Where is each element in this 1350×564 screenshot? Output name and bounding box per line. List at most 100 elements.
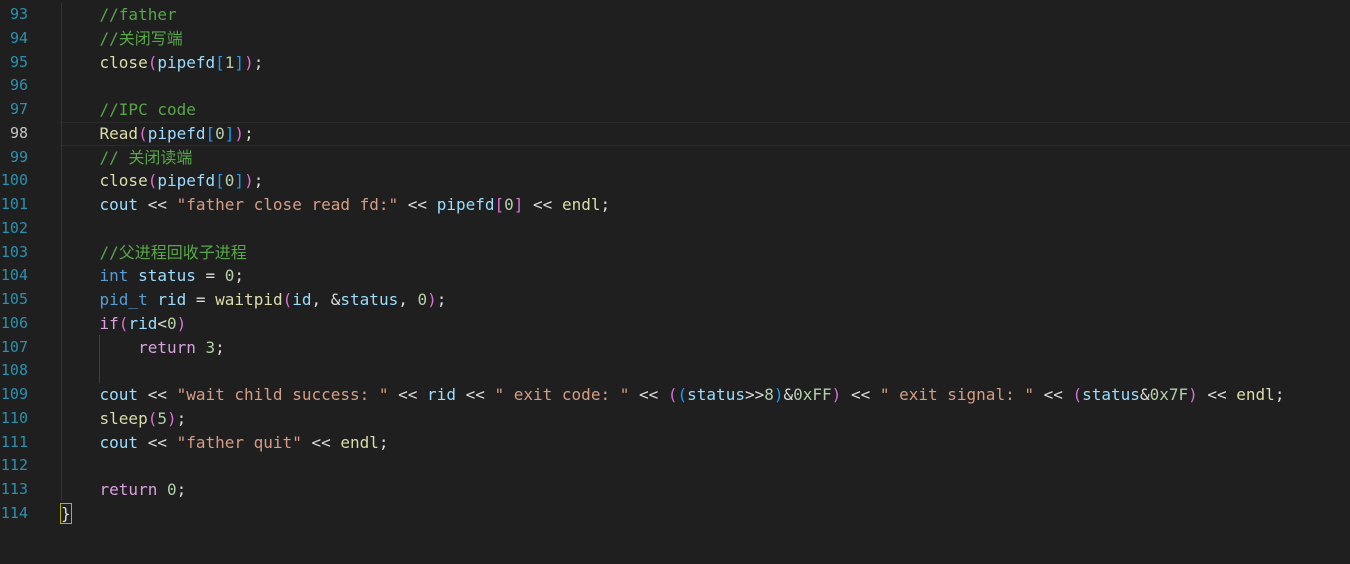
code-line[interactable]: 104 int status = 0;	[0, 264, 1350, 288]
line-number: 100	[0, 171, 28, 190]
code-line[interactable]: 107 return 3;	[0, 336, 1350, 360]
code-token-bracket2: )	[1188, 385, 1198, 404]
line-number: 98	[9, 123, 28, 142]
code-token-plain: <<	[455, 385, 495, 404]
code-text[interactable]: //关闭写端	[61, 27, 183, 51]
code-token-bracket3: ]	[234, 171, 245, 191]
code-line[interactable]: 106 if(rid<0)	[0, 312, 1350, 336]
code-token-number: 0	[224, 171, 235, 191]
line-number: 103	[0, 242, 28, 261]
code-token-plain: <<	[523, 195, 562, 214]
code-line[interactable]: 110 sleep(5);	[0, 407, 1350, 431]
code-token-plain: <<	[301, 432, 341, 452]
code-token-string: " exit code: "	[494, 385, 630, 404]
code-token-plain: <<	[138, 432, 177, 452]
code-token-var: rid	[157, 290, 187, 309]
code-line[interactable]: 100 close(pipefd[0]);	[0, 169, 1350, 193]
code-text[interactable]: //father	[61, 3, 177, 27]
code-line[interactable]: 113 return 0;	[0, 478, 1350, 502]
code-token-plain: , &	[311, 290, 341, 309]
code-text[interactable]: cout << "wait child success: " << rid <<…	[61, 383, 1285, 407]
code-line[interactable]: 112	[0, 454, 1350, 478]
code-token-number: 8	[764, 385, 774, 404]
line-number: 95	[9, 52, 28, 71]
code-token-comment: //father	[99, 5, 177, 24]
code-token-comment: // 关闭读端	[99, 147, 193, 167]
code-line[interactable]: 94 //关闭写端	[0, 27, 1350, 51]
code-token-string: "father close read fd:"	[176, 195, 399, 214]
code-text[interactable]: return 0;	[61, 478, 187, 502]
code-text[interactable]: int status = 0;	[61, 264, 245, 288]
code-token-number: 0	[215, 123, 225, 143]
code-token-func: waitpid	[215, 290, 283, 309]
line-number: 108	[0, 361, 28, 380]
code-token-bracket3: [	[205, 123, 216, 143]
code-token-var: cout	[99, 195, 139, 214]
code-token-bracket3: (	[677, 385, 688, 404]
code-text[interactable]: close(pipefd[1]);	[61, 51, 264, 75]
code-line[interactable]: 114}	[0, 502, 1350, 526]
code-line[interactable]: 93 //father	[0, 3, 1350, 27]
code-token-plain: ;	[378, 432, 389, 452]
code-editor[interactable]: 93 //father 94 //关闭写端 95 close(pipefd[1]);…	[0, 3, 1350, 564]
code-text[interactable]: return 3;	[61, 336, 225, 360]
code-token-bracket2: )	[427, 290, 437, 309]
code-token-plain: >>	[744, 385, 765, 404]
code-token-var: pipefd	[157, 52, 216, 72]
line-number: 110	[0, 408, 28, 427]
code-text[interactable]: //IPC code	[61, 98, 196, 122]
code-token-bracket2: )	[831, 385, 842, 404]
code-text[interactable]: Read(pipefd[0]);	[61, 122, 254, 146]
code-token-bracket2: (	[1072, 385, 1083, 404]
code-token-bracket2: )	[166, 408, 177, 428]
code-line[interactable]: 102	[0, 217, 1350, 241]
code-token-func: endl	[340, 432, 379, 452]
code-token-plain: <	[157, 313, 167, 333]
code-text[interactable]: sleep(5);	[61, 407, 187, 431]
code-line[interactable]: 98 Read(pipefd[0]);	[0, 121, 1350, 146]
code-line[interactable]: 95 close(pipefd[1]);	[0, 51, 1350, 75]
code-text[interactable]: // 关闭读端	[61, 146, 193, 170]
code-token-plain: ;	[176, 408, 187, 428]
code-token-bracket2: (	[118, 313, 129, 333]
code-text[interactable]: if(rid<0)	[61, 312, 187, 336]
code-token-comment: //父进程回收子进程	[99, 242, 247, 262]
code-text[interactable]: }	[60, 502, 72, 526]
code-line[interactable]: 99 // 关闭读端	[0, 146, 1350, 170]
code-text[interactable]: //父进程回收子进程	[61, 241, 247, 265]
code-line[interactable]: 105 pid_t rid = waitpid(id, &status, 0);	[0, 288, 1350, 312]
code-line[interactable]: 97 //IPC code	[0, 98, 1350, 122]
code-token-plain: ;	[600, 195, 611, 214]
code-token-control: if	[99, 313, 119, 333]
code-text[interactable]: close(pipefd[0]);	[61, 169, 264, 193]
code-text[interactable]: pid_t rid = waitpid(id, &status, 0);	[61, 288, 447, 312]
code-token-number: 5	[157, 408, 167, 428]
code-token-string: "father quit"	[176, 432, 302, 452]
code-line[interactable]: 101 cout << "father close read fd:" << p…	[0, 193, 1350, 217]
code-token-brace: }	[60, 502, 72, 524]
code-text[interactable]: cout << "father close read fd:" << pipef…	[61, 193, 611, 217]
code-line[interactable]: 103 //父进程回收子进程	[0, 241, 1350, 265]
code-token-plain: ;	[215, 337, 225, 357]
code-token-number: 0	[166, 313, 177, 333]
code-token-plain: <<	[841, 385, 880, 404]
code-line[interactable]: 96	[0, 74, 1350, 98]
code-line[interactable]: 108	[0, 359, 1350, 383]
code-token-plain: <<	[1197, 385, 1237, 404]
code-token-control: return	[99, 480, 158, 499]
code-token-var: status	[1082, 385, 1140, 404]
code-line[interactable]: 109 cout << "wait child success: " << ri…	[0, 383, 1350, 407]
code-text[interactable]: cout << "father quit" << endl;	[61, 431, 389, 455]
code-token-bracket2: (	[147, 408, 158, 428]
code-token-plain: ;	[436, 290, 447, 309]
code-line[interactable]: 111 cout << "father quit" << endl;	[0, 431, 1350, 455]
code-token-plain: <<	[629, 385, 668, 404]
